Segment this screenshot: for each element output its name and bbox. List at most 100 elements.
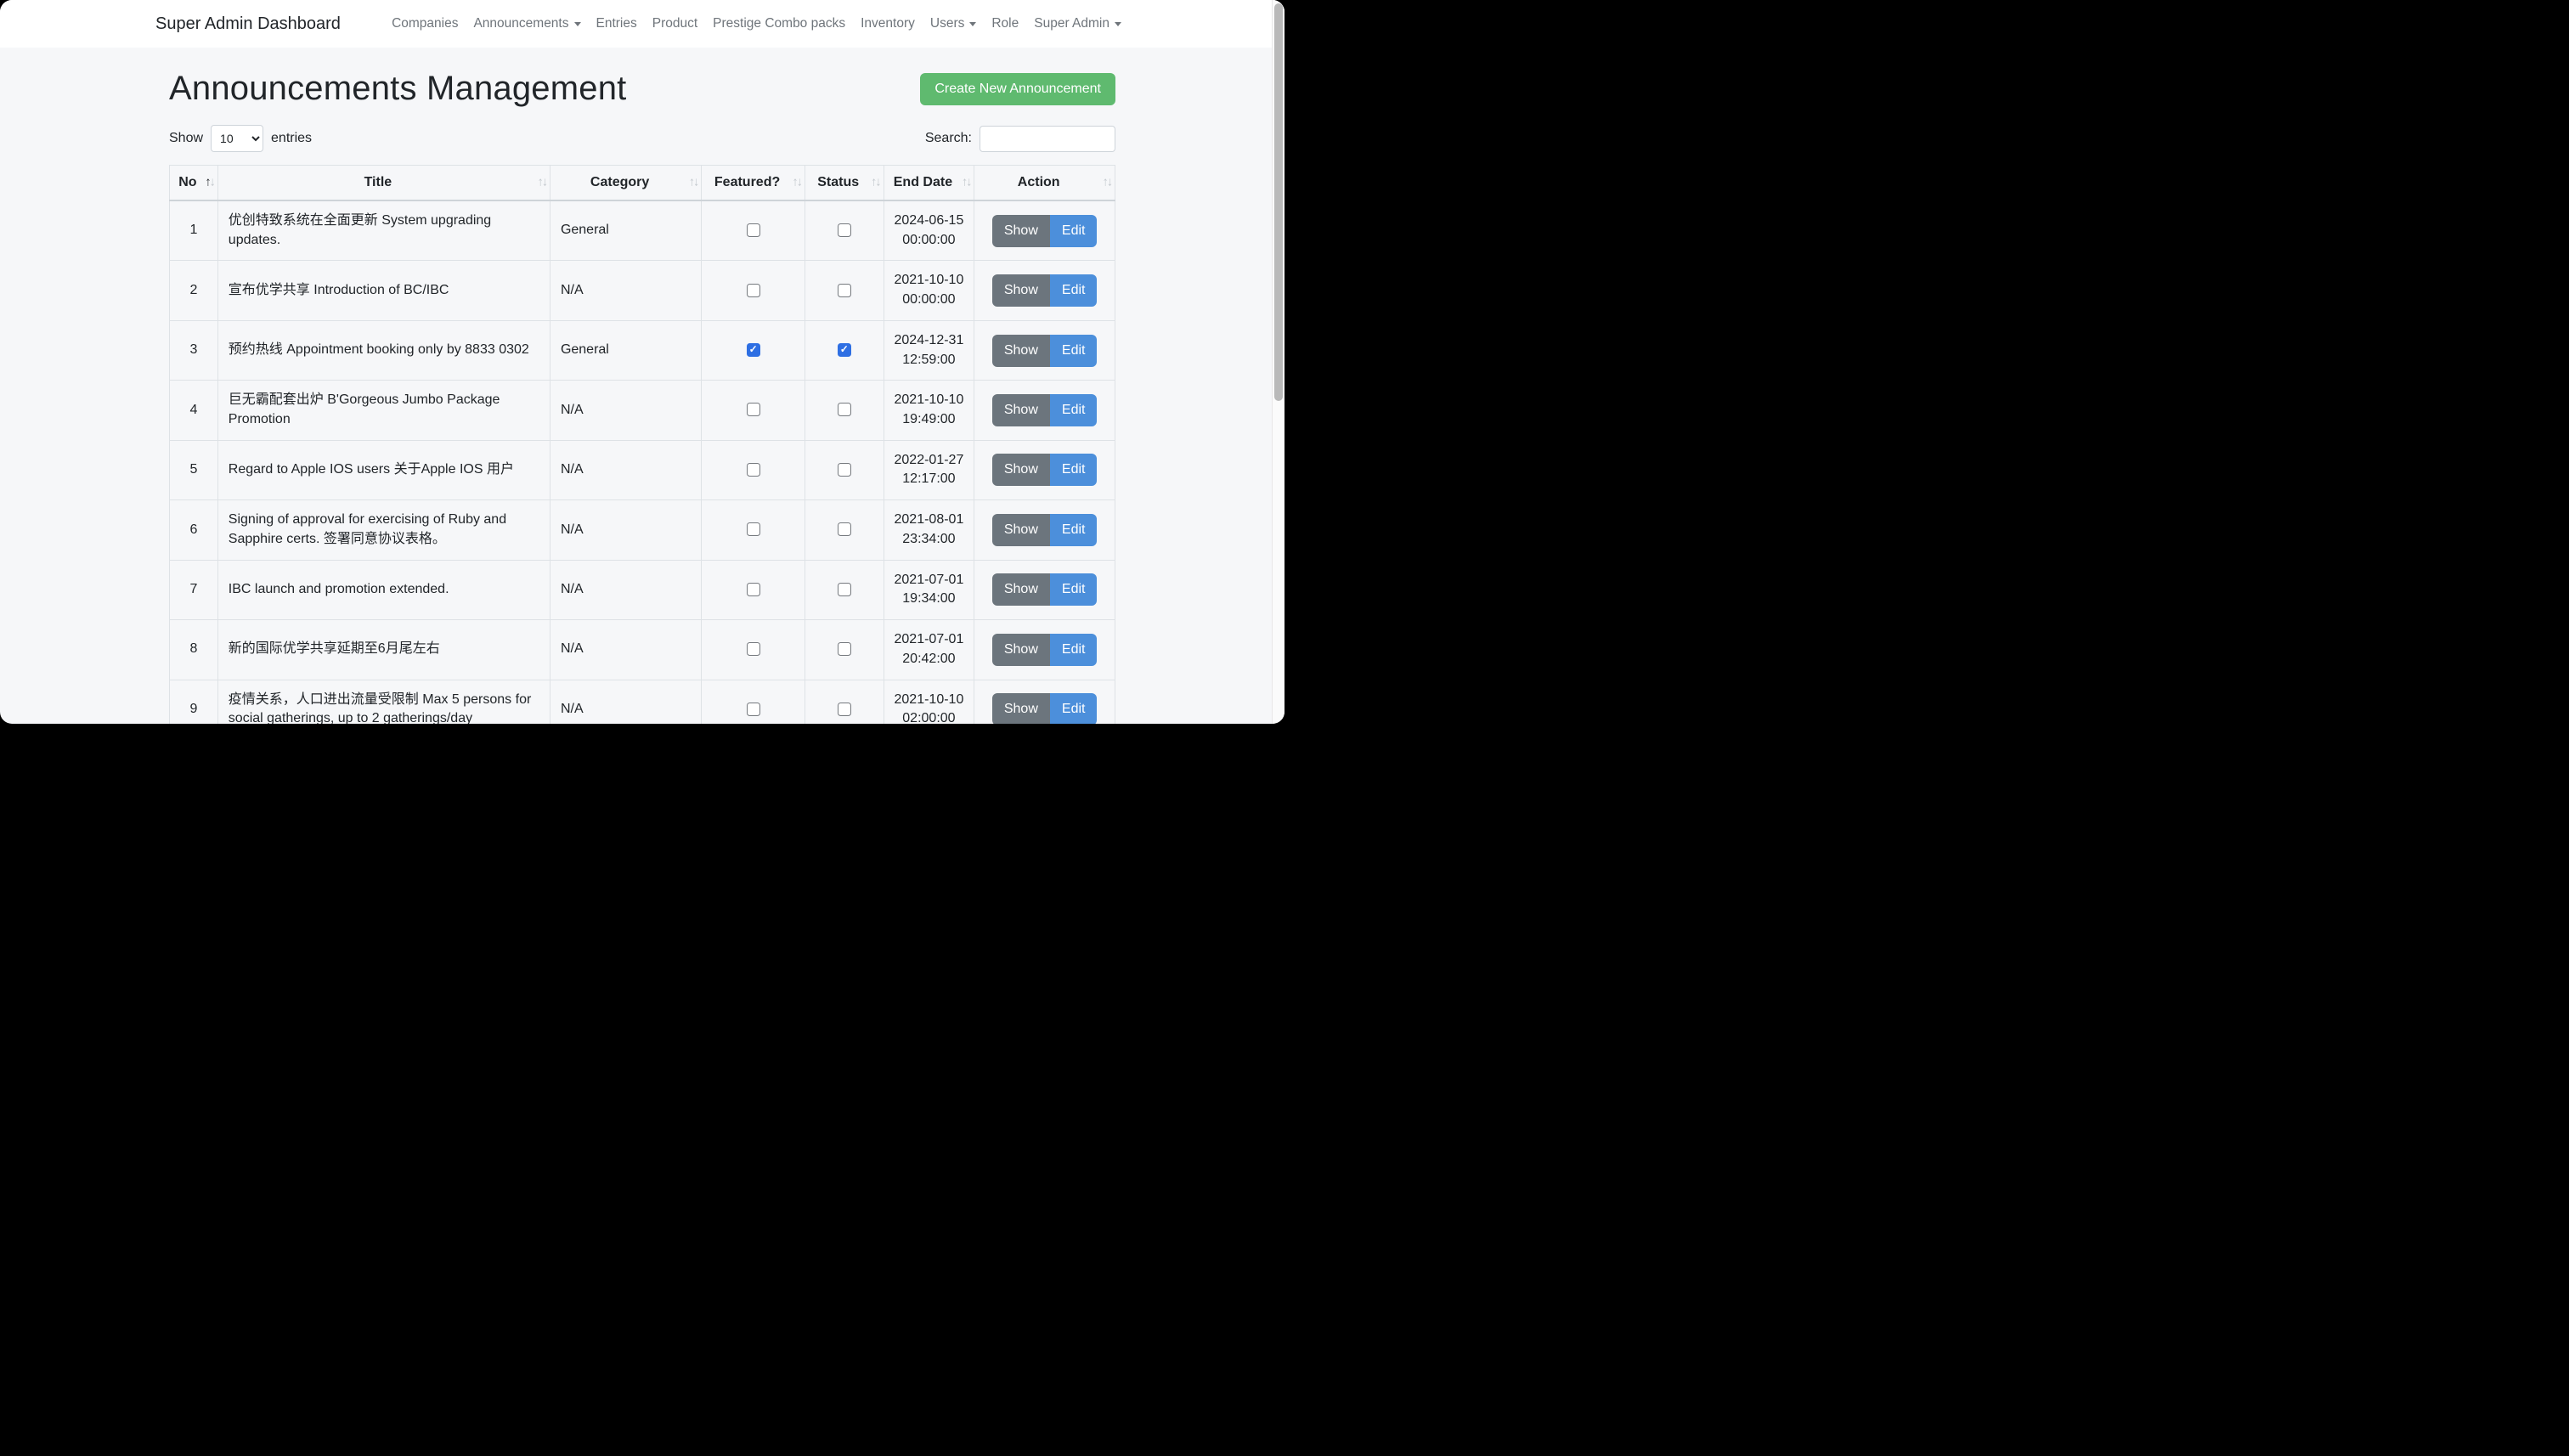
status-checkbox[interactable] bbox=[838, 583, 851, 596]
cell-no: 8 bbox=[170, 620, 218, 680]
column-header-label: End Date bbox=[894, 175, 952, 189]
featured-checkbox[interactable] bbox=[747, 703, 760, 716]
nav-item-product[interactable]: Product bbox=[645, 9, 705, 38]
status-checkbox[interactable] bbox=[838, 403, 851, 416]
action-button-group: ShowEdit bbox=[992, 394, 1098, 426]
column-header-action[interactable]: Action↑↓ bbox=[974, 166, 1115, 201]
end-date-value: 2024-12-31 bbox=[895, 331, 964, 351]
status-checkbox[interactable] bbox=[838, 703, 851, 716]
column-header-label: Featured? bbox=[714, 175, 780, 189]
show-button[interactable]: Show bbox=[992, 514, 1050, 546]
column-header-label: No bbox=[178, 175, 196, 189]
show-button[interactable]: Show bbox=[992, 215, 1050, 247]
nav-item-entries[interactable]: Entries bbox=[589, 9, 645, 38]
column-header-end-date[interactable]: End Date↑↓ bbox=[884, 166, 974, 201]
nav-item-role[interactable]: Role bbox=[984, 9, 1026, 38]
cell-title: 巨无霸配套出炉 B'Gorgeous Jumbo Package Promoti… bbox=[217, 381, 550, 440]
edit-button[interactable]: Edit bbox=[1050, 514, 1098, 546]
edit-button[interactable]: Edit bbox=[1050, 634, 1098, 666]
column-header-title[interactable]: Title↑↓ bbox=[217, 166, 550, 201]
end-time-value: 00:00:00 bbox=[895, 231, 964, 251]
featured-checkbox[interactable] bbox=[747, 522, 760, 536]
edit-button[interactable]: Edit bbox=[1050, 335, 1098, 367]
edit-button[interactable]: Edit bbox=[1050, 573, 1098, 606]
end-time-value: 12:59:00 bbox=[895, 351, 964, 370]
create-new-announcement-button[interactable]: Create New Announcement bbox=[920, 73, 1115, 105]
page-size-select[interactable]: 10 bbox=[211, 125, 263, 152]
edit-button[interactable]: Edit bbox=[1050, 215, 1098, 247]
table-row: 7IBC launch and promotion extended.N/A20… bbox=[170, 560, 1115, 619]
cell-action: ShowEdit bbox=[974, 500, 1115, 560]
show-button[interactable]: Show bbox=[992, 335, 1050, 367]
cell-category: N/A bbox=[550, 560, 701, 619]
scrollbar-thumb[interactable] bbox=[1274, 3, 1283, 401]
show-button[interactable]: Show bbox=[992, 634, 1050, 666]
cell-category: N/A bbox=[550, 680, 701, 724]
sort-desc-icon: ↓ bbox=[966, 176, 970, 189]
cell-no: 1 bbox=[170, 200, 218, 261]
column-header-label: Action bbox=[1018, 175, 1060, 189]
status-checkbox[interactable] bbox=[838, 284, 851, 297]
cell-status bbox=[805, 440, 884, 499]
caret-down-icon bbox=[969, 22, 976, 26]
app-brand[interactable]: Super Admin Dashboard bbox=[155, 14, 341, 34]
sort-icon: ↑↓ bbox=[205, 176, 214, 189]
status-checkbox[interactable] bbox=[838, 343, 851, 357]
column-header-status[interactable]: Status↑↓ bbox=[805, 166, 884, 201]
cell-featured bbox=[702, 440, 805, 499]
show-button[interactable]: Show bbox=[992, 573, 1050, 606]
nav-item-super-admin[interactable]: Super Admin bbox=[1026, 9, 1129, 38]
end-time-value: 20:42:00 bbox=[895, 650, 964, 669]
edit-button[interactable]: Edit bbox=[1050, 454, 1098, 486]
search-input[interactable] bbox=[980, 126, 1115, 152]
edit-button[interactable]: Edit bbox=[1050, 693, 1098, 724]
cell-title: 疫情关系，人口进出流量受限制 Max 5 persons for social … bbox=[217, 680, 550, 724]
cell-title: 优创特致系统在全面更新 System upgrading updates. bbox=[217, 200, 550, 261]
show-button[interactable]: Show bbox=[992, 274, 1050, 307]
featured-checkbox[interactable] bbox=[747, 583, 760, 596]
end-date-value: 2021-08-01 bbox=[895, 511, 964, 530]
action-button-group: ShowEdit bbox=[992, 335, 1098, 367]
cell-end-date: 2024-12-3112:59:00 bbox=[884, 320, 974, 380]
show-button[interactable]: Show bbox=[992, 394, 1050, 426]
featured-checkbox[interactable] bbox=[747, 343, 760, 357]
edit-button[interactable]: Edit bbox=[1050, 274, 1098, 307]
cell-action: ShowEdit bbox=[974, 261, 1115, 320]
table-controls: Show 10 entries Search: bbox=[169, 125, 1115, 152]
edit-button[interactable]: Edit bbox=[1050, 394, 1098, 426]
table-row: 3预约热线 Appointment booking only by 8833 0… bbox=[170, 320, 1115, 380]
cell-featured bbox=[702, 320, 805, 380]
end-date-value: 2024-06-15 bbox=[895, 212, 964, 231]
cell-title: IBC launch and promotion extended. bbox=[217, 560, 550, 619]
column-header-category[interactable]: Category↑↓ bbox=[550, 166, 701, 201]
featured-checkbox[interactable] bbox=[747, 642, 760, 656]
featured-checkbox[interactable] bbox=[747, 223, 760, 237]
nav-item-companies[interactable]: Companies bbox=[384, 9, 466, 38]
show-button[interactable]: Show bbox=[992, 454, 1050, 486]
cell-featured bbox=[702, 620, 805, 680]
show-button[interactable]: Show bbox=[992, 693, 1050, 724]
nav-item-announcements[interactable]: Announcements bbox=[466, 9, 588, 38]
sort-icon: ↑↓ bbox=[792, 176, 801, 189]
featured-checkbox[interactable] bbox=[747, 403, 760, 416]
column-header-no[interactable]: No ↑↓ bbox=[170, 166, 218, 201]
status-checkbox[interactable] bbox=[838, 642, 851, 656]
action-button-group: ShowEdit bbox=[992, 634, 1098, 666]
cell-featured bbox=[702, 500, 805, 560]
cell-title: 新的国际优学共享延期至6月尾左右 bbox=[217, 620, 550, 680]
vertical-scrollbar[interactable] bbox=[1272, 0, 1284, 724]
featured-checkbox[interactable] bbox=[747, 463, 760, 477]
nav-item-prestige-combo-packs[interactable]: Prestige Combo packs bbox=[705, 9, 853, 38]
nav-item-inventory[interactable]: Inventory bbox=[853, 9, 923, 38]
featured-checkbox[interactable] bbox=[747, 284, 760, 297]
status-checkbox[interactable] bbox=[838, 463, 851, 477]
status-checkbox[interactable] bbox=[838, 223, 851, 237]
column-header-featured[interactable]: Featured? ↑↓ bbox=[702, 166, 805, 201]
main-content: Announcements Management Create New Anno… bbox=[155, 48, 1129, 724]
nav-item-users[interactable]: Users bbox=[923, 9, 984, 38]
column-header-label: Status bbox=[817, 175, 859, 189]
table-row: 9疫情关系，人口进出流量受限制 Max 5 persons for social… bbox=[170, 680, 1115, 724]
status-checkbox[interactable] bbox=[838, 522, 851, 536]
cell-action: ShowEdit bbox=[974, 200, 1115, 261]
cell-action: ShowEdit bbox=[974, 440, 1115, 499]
